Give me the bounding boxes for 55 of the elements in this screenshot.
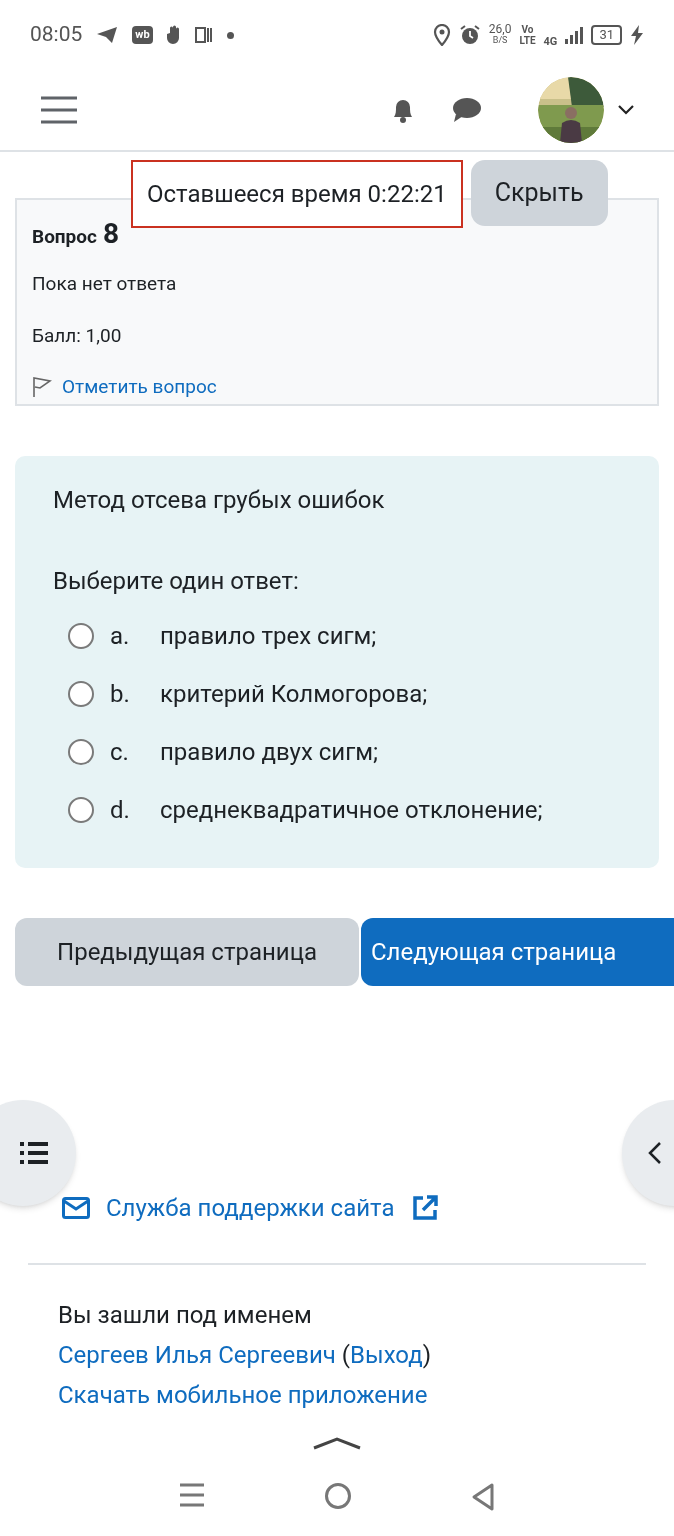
radio-button[interactable] xyxy=(68,680,94,707)
chat-icon[interactable] xyxy=(452,97,482,123)
hand-icon xyxy=(166,25,181,45)
radio-button[interactable] xyxy=(68,622,94,649)
next-page-button[interactable]: Следующая страница xyxy=(361,918,674,986)
radio-button[interactable] xyxy=(68,796,94,823)
question-label: Вопрос xyxy=(32,224,97,250)
option-letter: d. xyxy=(110,794,131,826)
app-badge: wb xyxy=(132,26,153,44)
user-link[interactable]: Сергеев Илья Сергеевич xyxy=(58,1341,336,1369)
battery-icon: 31 xyxy=(591,25,622,45)
network-type: 4G xyxy=(543,33,558,50)
previous-page-button[interactable]: Предыдущая страница xyxy=(15,918,359,986)
paper-plane-icon xyxy=(96,26,119,44)
home-icon[interactable] xyxy=(324,1482,352,1510)
answer-prompt: Выберите один ответ: xyxy=(53,566,300,597)
option-letter: b. xyxy=(110,678,131,710)
envelope-icon xyxy=(62,1197,90,1219)
external-link-icon xyxy=(410,1194,439,1222)
option-letter: c. xyxy=(110,736,130,768)
question-number: 8 xyxy=(102,220,119,248)
speed-value: 26,0 xyxy=(488,24,512,35)
radio-button[interactable] xyxy=(68,738,94,765)
option-text[interactable]: правило двух сигм; xyxy=(160,733,379,770)
chevron-left-icon xyxy=(648,1141,662,1165)
volte-label: Vo xyxy=(521,24,534,35)
alarm-icon xyxy=(458,24,481,46)
list-icon xyxy=(20,1142,48,1164)
hide-button[interactable]: Скрыть xyxy=(470,160,608,226)
drawer-toggle-button[interactable] xyxy=(0,1100,76,1206)
swipe-up-icon[interactable] xyxy=(312,1436,362,1450)
back-icon[interactable] xyxy=(470,1482,495,1512)
option-letter: a. xyxy=(110,620,131,652)
lightning-icon xyxy=(630,25,644,45)
parking-icon xyxy=(194,26,213,44)
volte-label: LTE xyxy=(519,35,536,46)
option-text[interactable]: критерий Колмогорова; xyxy=(160,675,428,712)
speed-unit: B/S xyxy=(492,35,508,46)
grade-text: Балл: 1,00 xyxy=(32,323,123,349)
clock-time: 08:05 xyxy=(30,21,83,49)
option-text[interactable]: правило трех сигм; xyxy=(160,617,377,654)
caret-icon[interactable] xyxy=(618,105,634,115)
question-text: Метод отсева грубых ошибок xyxy=(53,485,386,516)
support-link[interactable]: Служба поддержки сайта xyxy=(106,1190,395,1226)
logout-link[interactable]: Выход xyxy=(350,1341,423,1369)
timer-display: Оставшееся время 0:22:21 xyxy=(131,160,463,228)
signal-icon xyxy=(565,26,584,44)
recent-apps-icon[interactable] xyxy=(179,1482,206,1508)
answer-status: Пока нет ответа xyxy=(32,270,178,297)
menu-icon[interactable] xyxy=(40,95,78,125)
option-text[interactable]: среднеквадратичное отклонение; xyxy=(160,791,543,828)
mobile-app-link[interactable]: Скачать мобильное приложение xyxy=(58,1375,646,1415)
logged-in-text: Вы зашли под именем Сергеев Илья Сергеевич (Выход) xyxy=(58,1300,433,1371)
location-icon xyxy=(432,24,451,46)
flag-question-link[interactable]: Отметить вопрос xyxy=(62,372,217,401)
